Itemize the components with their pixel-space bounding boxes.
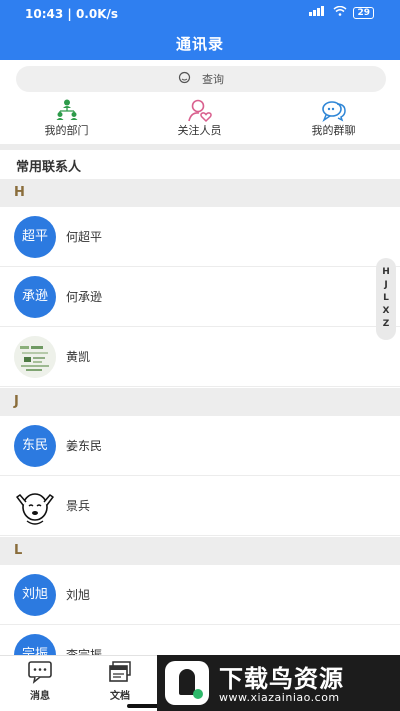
contact-name: 何超平 (66, 230, 103, 244)
search-icon (178, 71, 192, 88)
common-contacts-title: 常用联系人 (16, 160, 82, 175)
section-header-l: L (0, 537, 400, 565)
search-bar-area: 查询 (0, 60, 400, 96)
quick-my-department[interactable]: 我的部门 (0, 96, 133, 144)
index-letter-l[interactable]: L (376, 292, 396, 305)
watermark-brand: 下载鸟资源 (219, 665, 344, 693)
message-icon (10, 660, 70, 686)
search-input[interactable]: 查询 (16, 66, 386, 92)
document-icon (90, 660, 150, 686)
quick-label: 关注人员 (177, 124, 222, 137)
section-header-j: J (0, 388, 400, 416)
alphabet-index-bar[interactable]: H J L X Z (376, 258, 396, 340)
contact-row[interactable]: 黄凯 (0, 327, 400, 387)
quick-my-group-chats[interactable]: 我的群聊 (267, 96, 400, 144)
index-letter-x[interactable]: X (376, 305, 396, 318)
section-letter: J (14, 394, 19, 409)
network-speed: 0.0K/s (75, 7, 119, 21)
contact-name: 何承逊 (66, 290, 103, 304)
watermark-banner: 下载鸟资源 www.xiazainiao.com (157, 655, 400, 711)
status-time: 10:43 | 0.0K/s (25, 7, 119, 21)
clock-text: 10:43 (25, 7, 64, 21)
battery-icon: 29 (353, 6, 374, 19)
watermark-logo (165, 661, 209, 705)
avatar: 超平 (14, 216, 56, 258)
tab-label: 文档 (110, 691, 130, 702)
tab-label: 消息 (30, 691, 50, 702)
index-letter-h[interactable]: H (376, 266, 396, 279)
tab-messages[interactable]: 消息 (10, 660, 70, 702)
status-bar: 10:43 | 0.0K/s 29 (0, 0, 400, 28)
quick-label: 我的群聊 (311, 124, 356, 137)
quick-label: 我的部门 (44, 124, 89, 137)
person-heart-icon (133, 96, 266, 123)
app-header: 10:43 | 0.0K/s 29 通讯录 (0, 0, 400, 60)
contact-row[interactable]: 超平 何超平 (0, 207, 400, 267)
index-letter-j[interactable]: J (376, 279, 396, 292)
section-letter: H (14, 185, 25, 200)
cartoon-avatar (14, 485, 56, 527)
contact-name: 景兵 (66, 499, 91, 513)
wifi-icon (333, 5, 347, 19)
tab-documents[interactable]: 文档 (90, 660, 150, 702)
contact-name: 姜东民 (66, 439, 103, 453)
quick-links: 我的部门 关注人员 我的群聊 (0, 96, 400, 144)
avatar: 东民 (14, 425, 56, 467)
section-divider (0, 144, 400, 150)
contact-row[interactable]: 景兵 (0, 476, 400, 536)
group-chat-icon (267, 96, 400, 122)
signal-icon (309, 6, 327, 19)
section-header-h: H (0, 179, 400, 207)
page-title: 通讯录 (175, 35, 224, 53)
status-right: 29 (309, 5, 374, 19)
watermark-url: www.xiazainiao.com (219, 691, 340, 704)
contact-row[interactable]: 承逊 何承逊 (0, 267, 400, 327)
avatar: 承逊 (14, 276, 56, 318)
contact-row[interactable]: 东民 姜东民 (0, 416, 400, 476)
search-placeholder: 查询 (202, 73, 224, 86)
contact-name: 黄凯 (66, 350, 91, 364)
avatar: 刘旭 (14, 574, 56, 616)
photo-avatar (14, 336, 56, 378)
logo-dot (193, 689, 203, 699)
section-letter: L (14, 543, 23, 558)
org-chart-icon (0, 96, 133, 122)
quick-followed-people[interactable]: 关注人员 (133, 96, 266, 144)
index-letter-z[interactable]: Z (376, 318, 396, 331)
contact-name: 刘旭 (66, 588, 91, 602)
contact-row[interactable]: 刘旭 刘旭 (0, 565, 400, 625)
